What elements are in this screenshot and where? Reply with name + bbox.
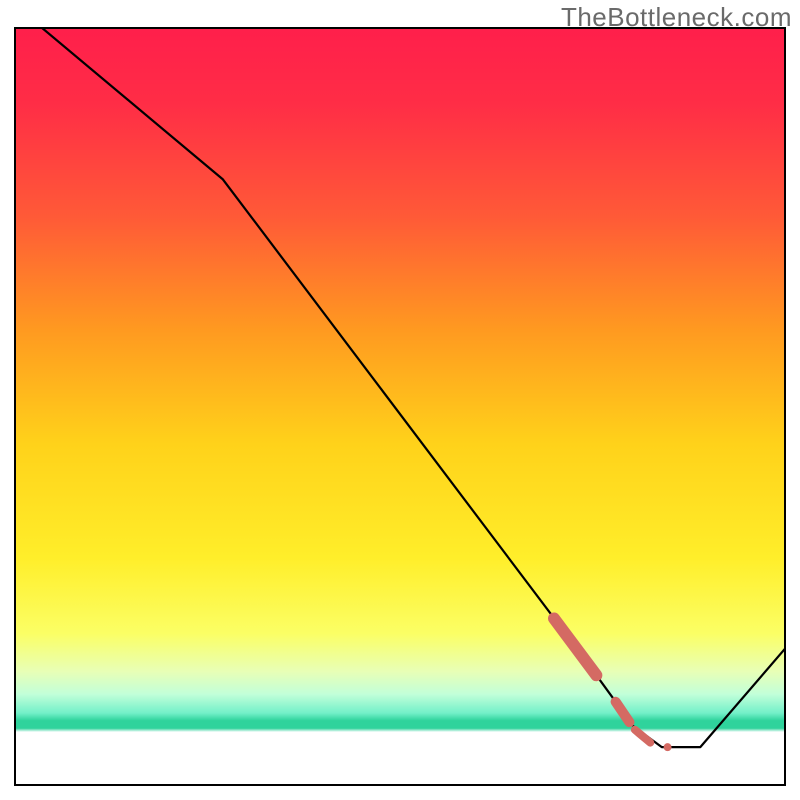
chart-stage: TheBottleneck.com (0, 0, 800, 800)
watermark-text: TheBottleneck.com (561, 2, 792, 33)
highlight-dot (664, 743, 672, 751)
chart-svg (0, 0, 800, 800)
gradient-background (15, 28, 785, 785)
